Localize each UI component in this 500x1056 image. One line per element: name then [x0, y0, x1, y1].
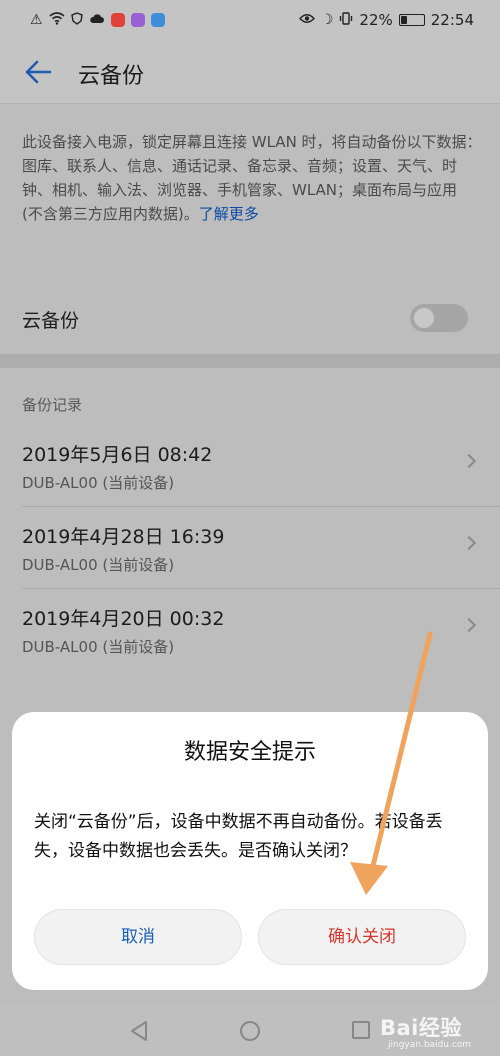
toggle-knob: [414, 308, 434, 328]
triangle-back-icon[interactable]: [128, 1020, 150, 1042]
vibrate-icon: [339, 12, 353, 28]
backup-record-item[interactable]: 2019年4月28日 16:39 DUB-AL00 (当前设备): [0, 506, 500, 588]
arrow-left-icon[interactable]: [24, 58, 52, 86]
backup-record-item[interactable]: 2019年5月6日 08:42 DUB-AL00 (当前设备): [0, 424, 500, 506]
eye-icon: [298, 13, 315, 27]
chevron-right-icon: [461, 617, 477, 633]
learn-more-link[interactable]: 了解更多: [199, 205, 259, 223]
data-security-dialog: 数据安全提示 关闭“云备份”后，设备中数据不再自动备份。若设备丢失，设备中数据也…: [12, 712, 488, 990]
battery-icon: [398, 14, 425, 26]
record-date: 2019年5月6日 08:42: [22, 444, 213, 466]
circle-home-icon[interactable]: [240, 1021, 260, 1041]
clock-time: 22:54: [430, 11, 474, 29]
app-icon-red: [110, 13, 125, 27]
confirm-close-button[interactable]: 确认关闭: [258, 909, 466, 965]
page-title: 云备份: [78, 64, 145, 89]
record-date: 2019年4月20日 00:32: [22, 608, 225, 630]
status-bar: ⚠ ☽ 22% 22:54: [0, 0, 500, 40]
backup-records-header: 备份记录: [22, 396, 83, 414]
status-icons-left: ⚠: [30, 12, 165, 28]
baidu-jingyan-watermark: Bai经验 jingyan.baidu.com: [380, 1008, 496, 1052]
record-date: 2019年4月28日 16:39: [22, 526, 225, 548]
watermark-main: Bai经验: [380, 1016, 462, 1040]
chevron-right-icon: [461, 453, 477, 469]
title-bar: 云备份: [0, 40, 500, 104]
wifi-icon: [49, 12, 65, 28]
app-icon-blue: [150, 13, 165, 27]
cloud-icon: [89, 13, 105, 27]
status-icons-right: ☽ 22% 22:54: [298, 11, 474, 29]
cloud-backup-toggle[interactable]: [410, 304, 468, 332]
cloud-backup-label: 云备份: [22, 310, 80, 332]
alert-icon: ⚠: [30, 12, 43, 28]
battery-percent: 22%: [359, 11, 393, 29]
chevron-right-icon: [461, 535, 477, 551]
section-separator: [0, 354, 500, 368]
shield-icon: [70, 12, 83, 28]
record-device: DUB-AL00 (当前设备): [22, 638, 175, 656]
backup-record-item[interactable]: 2019年4月20日 00:32 DUB-AL00 (当前设备): [0, 588, 500, 670]
square-recents-icon[interactable]: [352, 1021, 370, 1039]
app-icon-purple: [130, 13, 145, 27]
watermark-sub: jingyan.baidu.com: [388, 1040, 472, 1050]
backup-description: 此设备接入电源，锁定屏幕且连接 WLAN 时，将自动备份以下数据：图库、联系人、…: [22, 130, 482, 226]
record-device: DUB-AL00 (当前设备): [22, 474, 175, 492]
cancel-button[interactable]: 取消: [34, 909, 242, 965]
dialog-title: 数据安全提示: [183, 740, 316, 765]
moon-icon: ☽: [320, 12, 334, 28]
dialog-message: 关闭“云备份”后，设备中数据不再自动备份。若设备丢失，设备中数据也会丢失。是否确…: [34, 812, 443, 861]
record-device: DUB-AL00 (当前设备): [22, 556, 175, 574]
settings-panel: 此设备接入电源，锁定屏幕且连接 WLAN 时，将自动备份以下数据：图库、联系人、…: [0, 104, 500, 354]
